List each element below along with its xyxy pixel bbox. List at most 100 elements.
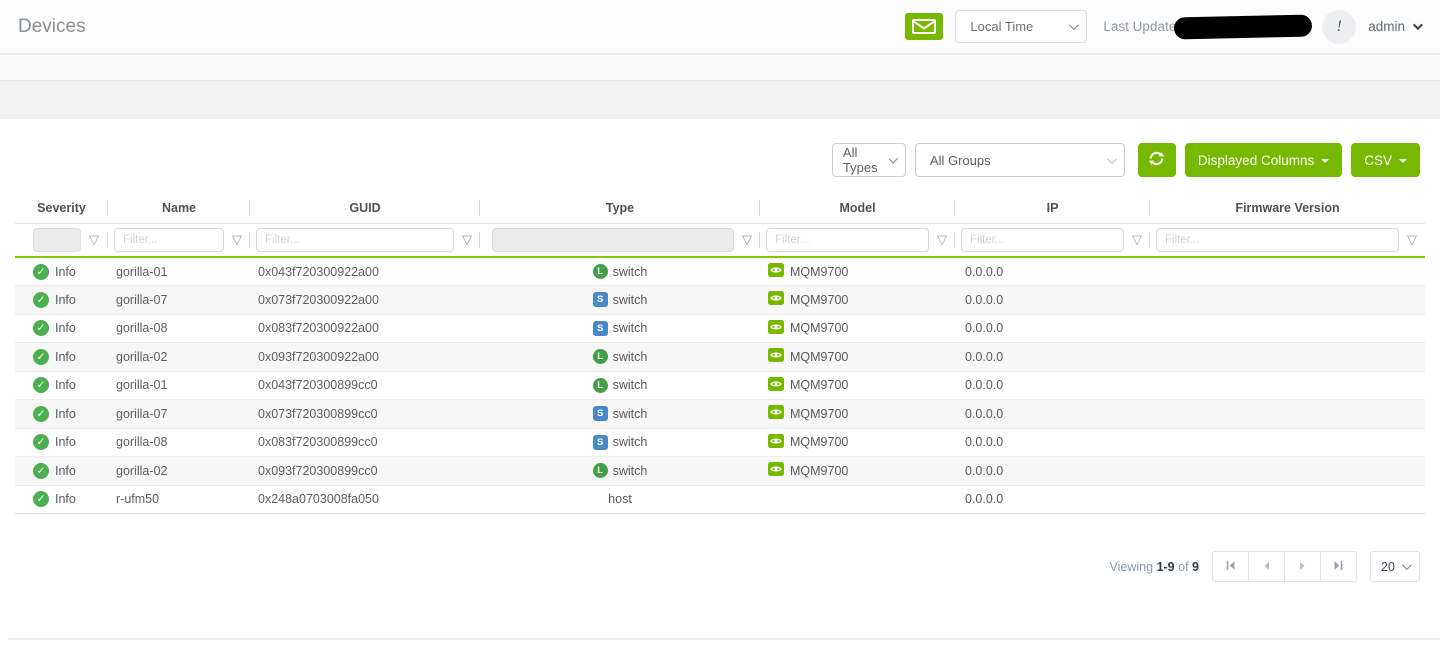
type-filter-select[interactable] bbox=[492, 228, 734, 252]
firmware-cell bbox=[1150, 343, 1425, 372]
device-row[interactable]: ✓ Info gorilla-01 0x043f720300899cc0 L s… bbox=[15, 371, 1425, 400]
type-badge-icon: L bbox=[593, 463, 608, 478]
viewing-summary: Viewing 1-9 of 9 bbox=[1110, 560, 1199, 574]
last-page-icon bbox=[1333, 559, 1344, 574]
model-cell: MQM9700 bbox=[760, 314, 955, 343]
filter-funnel-icon[interactable]: ▽ bbox=[462, 233, 472, 246]
ip-cell: 0.0.0.0 bbox=[955, 371, 1150, 400]
type-label: switch bbox=[613, 378, 648, 392]
guid-cell: 0x248a0703008fa050 bbox=[250, 485, 480, 514]
user-menu[interactable]: admin bbox=[1368, 19, 1420, 34]
column-header-guid[interactable]: GUID bbox=[250, 193, 480, 223]
page-size-select[interactable]: 20 bbox=[1370, 551, 1420, 582]
model-label: MQM9700 bbox=[790, 350, 848, 364]
time-mode-select[interactable]: Local Time bbox=[955, 10, 1087, 43]
model-cell: MQM9700 bbox=[760, 257, 955, 286]
all-types-select[interactable]: All Types bbox=[832, 143, 906, 177]
column-header-severity[interactable]: Severity bbox=[15, 193, 108, 223]
name-filter-input[interactable] bbox=[114, 228, 224, 252]
csv-button[interactable]: CSV bbox=[1351, 143, 1420, 177]
name-cell: r-ufm50 bbox=[108, 485, 250, 514]
column-header-type[interactable]: Type bbox=[480, 193, 760, 223]
device-row[interactable]: ✓ Info gorilla-07 0x073f720300899cc0 S s… bbox=[15, 400, 1425, 429]
severity-info-icon: ✓ bbox=[33, 406, 49, 422]
device-row[interactable]: ✓ Info gorilla-01 0x043f720300922a00 L s… bbox=[15, 257, 1425, 286]
column-header-firmware[interactable]: Firmware Version bbox=[1150, 193, 1425, 223]
type-label: switch bbox=[613, 407, 648, 421]
name-cell: gorilla-02 bbox=[108, 457, 250, 486]
severity-filter-select[interactable] bbox=[33, 228, 81, 252]
model-filter-input[interactable] bbox=[766, 228, 929, 252]
all-groups-value: All Groups bbox=[930, 153, 991, 168]
model-cell: MQM9700 bbox=[760, 457, 955, 486]
type-cell: S switch bbox=[480, 428, 760, 457]
device-row[interactable]: ✓ Info gorilla-02 0x093f720300922a00 L s… bbox=[15, 343, 1425, 372]
refresh-button[interactable] bbox=[1138, 143, 1176, 177]
nvidia-logo-icon bbox=[768, 405, 784, 422]
severity-label: Info bbox=[55, 265, 76, 279]
model-label: MQM9700 bbox=[790, 407, 848, 421]
model-label: MQM9700 bbox=[790, 378, 848, 392]
filter-funnel-icon[interactable]: ▽ bbox=[89, 233, 99, 246]
next-page-icon bbox=[1298, 559, 1307, 574]
column-header-model[interactable]: Model bbox=[760, 193, 955, 223]
filter-funnel-icon[interactable]: ▽ bbox=[232, 233, 242, 246]
severity-cell: ✓ Info bbox=[15, 371, 108, 400]
model-cell: MQM9700 bbox=[760, 400, 955, 429]
help-button[interactable]: ! bbox=[1322, 10, 1356, 44]
ip-cell: 0.0.0.0 bbox=[955, 343, 1150, 372]
device-row[interactable]: ✓ Info r-ufm50 0x248a0703008fa050 host 0… bbox=[15, 485, 1425, 514]
type-badge-icon: S bbox=[593, 406, 608, 421]
device-row[interactable]: ✓ Info gorilla-08 0x083f720300899cc0 S s… bbox=[15, 428, 1425, 457]
model-cell: MQM9700 bbox=[760, 371, 955, 400]
ip-cell: 0.0.0.0 bbox=[955, 485, 1150, 514]
devices-table: Severity Name GUID Type Model IP Firmwar… bbox=[15, 193, 1425, 514]
severity-label: Info bbox=[55, 464, 76, 478]
name-cell: gorilla-02 bbox=[108, 343, 250, 372]
viewing-prefix: Viewing bbox=[1110, 560, 1154, 574]
filter-funnel-icon[interactable]: ▽ bbox=[937, 233, 947, 246]
device-row[interactable]: ✓ Info gorilla-08 0x083f720300922a00 S s… bbox=[15, 314, 1425, 343]
page-title: Devices bbox=[18, 16, 86, 38]
filter-funnel-icon[interactable]: ▽ bbox=[1132, 233, 1142, 246]
model-label: MQM9700 bbox=[790, 265, 848, 279]
mail-button[interactable] bbox=[905, 13, 943, 40]
nvidia-logo-icon bbox=[768, 377, 784, 394]
filter-funnel-icon[interactable]: ▽ bbox=[742, 233, 752, 246]
severity-label: Info bbox=[55, 350, 76, 364]
refresh-icon bbox=[1147, 149, 1166, 171]
type-label: switch bbox=[613, 293, 648, 307]
model-label: MQM9700 bbox=[790, 435, 848, 449]
name-cell: gorilla-07 bbox=[108, 400, 250, 429]
first-page-icon bbox=[1225, 559, 1236, 574]
filter-funnel-icon[interactable]: ▽ bbox=[1407, 233, 1417, 246]
device-row[interactable]: ✓ Info gorilla-07 0x073f720300922a00 S s… bbox=[15, 286, 1425, 315]
firmware-filter-input[interactable] bbox=[1156, 228, 1399, 252]
guid-cell: 0x043f720300899cc0 bbox=[250, 371, 480, 400]
guid-cell: 0x073f720300899cc0 bbox=[250, 400, 480, 429]
caret-down-icon bbox=[1399, 159, 1407, 163]
page-size-value: 20 bbox=[1381, 560, 1395, 574]
column-header-ip[interactable]: IP bbox=[955, 193, 1150, 223]
first-page-button[interactable] bbox=[1212, 551, 1249, 582]
table-filter-row: ▽ ▽ ▽ ▽ bbox=[15, 223, 1425, 257]
chevron-down-icon bbox=[1413, 20, 1423, 30]
displayed-columns-label: Displayed Columns bbox=[1198, 153, 1314, 168]
device-row[interactable]: ✓ Info gorilla-02 0x093f720300899cc0 L s… bbox=[15, 457, 1425, 486]
all-groups-select[interactable]: All Groups bbox=[915, 143, 1125, 177]
nvidia-logo-icon bbox=[768, 434, 784, 451]
previous-page-button[interactable] bbox=[1248, 551, 1285, 582]
guid-cell: 0x073f720300922a00 bbox=[250, 286, 480, 315]
displayed-columns-button[interactable]: Displayed Columns bbox=[1185, 143, 1342, 177]
model-label: MQM9700 bbox=[790, 293, 848, 307]
ip-filter-input[interactable] bbox=[961, 228, 1124, 252]
type-label: switch bbox=[613, 265, 648, 279]
last-page-button[interactable] bbox=[1320, 551, 1357, 582]
csv-label: CSV bbox=[1364, 153, 1392, 168]
all-types-value: All Types bbox=[843, 145, 889, 175]
guid-filter-input[interactable] bbox=[256, 228, 454, 252]
type-cell: host bbox=[480, 485, 760, 514]
column-header-name[interactable]: Name bbox=[108, 193, 250, 223]
severity-info-icon: ✓ bbox=[33, 377, 49, 393]
next-page-button[interactable] bbox=[1284, 551, 1321, 582]
